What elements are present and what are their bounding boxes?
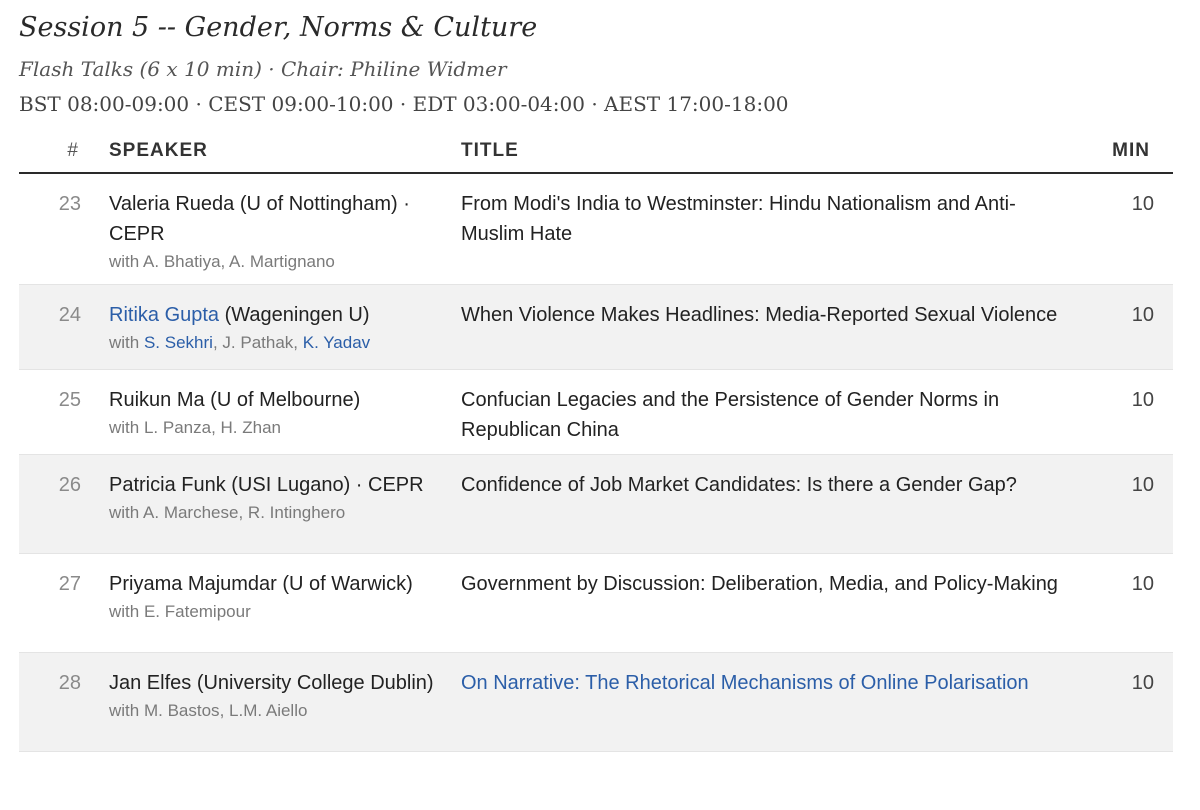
coauthor-link[interactable]: S. Sekhri xyxy=(144,333,213,352)
coauthor-link[interactable]: K. Yadav xyxy=(303,333,370,352)
talk-minutes: 10 xyxy=(1093,553,1173,653)
talk-minutes: 10 xyxy=(1093,454,1173,554)
table-row: 27 Priyama Majumdar (U of Warwick) with … xyxy=(19,553,1173,653)
talk-minutes: 10 xyxy=(1093,652,1173,752)
coauthor: M. Bastos xyxy=(143,701,220,720)
speaker-name: Ruikun Ma xyxy=(109,389,205,411)
speaker-cell: Ruikun Ma (U of Melbourne) with L. Panza… xyxy=(109,369,461,455)
coauthor: A. Marchese xyxy=(143,503,239,522)
speaker-cell: Jan Elfes (University College Dublin) wi… xyxy=(109,652,461,752)
talk-number: 28 xyxy=(19,652,109,752)
talk-title: From Modi's India to Westminster: Hindu … xyxy=(461,173,1093,285)
talk-title: Confidence of Job Market Candidates: Is … xyxy=(461,454,1093,554)
speaker-line: Patricia Funk (USI Lugano) · CEPR xyxy=(109,470,447,500)
table-row: 23 Valeria Rueda (U of Nottingham) · CEP… xyxy=(19,173,1173,285)
talk-title: Government by Discussion: Deliberation, … xyxy=(461,553,1093,653)
coauthor: A. Martignano xyxy=(229,252,335,271)
talk-title-cell: On Narrative: The Rhetorical Mechanisms … xyxy=(461,652,1093,752)
talk-minutes: 10 xyxy=(1093,369,1173,455)
speaker-line: Ritika Gupta (Wageningen U) xyxy=(109,300,447,330)
speaker-affiliation: (USI Lugano) · CEPR xyxy=(225,474,424,496)
speaker-affiliation: (University College Dublin) xyxy=(191,672,434,694)
talk-minutes: 10 xyxy=(1093,284,1173,370)
coauthors: with L. Panza, H. Zhan xyxy=(109,418,282,437)
coauthors: with M. Bastos, L.M. Aiello xyxy=(109,701,308,720)
speaker-line: Valeria Rueda (U of Nottingham) · CEPR xyxy=(109,189,447,249)
coauthor: L. Panza xyxy=(143,418,212,437)
coauthor: H. Zhan xyxy=(220,418,282,437)
talk-number: 23 xyxy=(19,173,109,285)
session-title: Session 5 -- Gender, Norms & Culture xyxy=(19,12,538,43)
talk-number: 27 xyxy=(19,553,109,653)
coauthor: J. Pathak xyxy=(222,333,294,352)
speaker-name: Priyama Majumdar xyxy=(109,573,277,595)
with-label: with xyxy=(109,418,144,437)
coauthor: E. Fatemipour xyxy=(143,602,251,621)
talk-number: 25 xyxy=(19,369,109,455)
talk-title-link[interactable]: On Narrative: The Rhetorical Mechanisms … xyxy=(461,672,1029,694)
with-label: with xyxy=(109,602,144,621)
talk-number: 24 xyxy=(19,284,109,370)
table-row: 26 Patricia Funk (USI Lugano) · CEPR wit… xyxy=(19,454,1173,554)
header-speaker: SPEAKER xyxy=(109,130,461,174)
coauthor: R. Intinghero xyxy=(247,503,346,522)
speaker-cell: Ritika Gupta (Wageningen U) with S. Sekh… xyxy=(109,284,461,370)
with-label: with xyxy=(109,252,144,271)
schedule-table: # SPEAKER TITLE MIN 23 Valeria Rueda (U … xyxy=(19,130,1173,752)
coauthors: with E. Fatemipour xyxy=(109,599,447,624)
speaker-name: Valeria Rueda xyxy=(109,193,235,215)
speaker-line: Jan Elfes (University College Dublin) xyxy=(109,668,447,698)
speaker-affiliation: (U of Melbourne) xyxy=(204,389,361,411)
talk-title: Confucian Legacies and the Persistence o… xyxy=(461,369,1093,455)
talk-number: 26 xyxy=(19,454,109,554)
coauthor: A. Bhatiya xyxy=(143,252,221,271)
coauthor: L.M. Aiello xyxy=(229,701,308,720)
session-subtitle: Flash Talks (6 x 10 min) · Chair: Philin… xyxy=(19,57,507,81)
speaker-line: Ruikun Ma (U of Melbourne) xyxy=(109,385,447,415)
with-label: with xyxy=(109,503,144,522)
with-label: with xyxy=(109,701,144,720)
speaker-line: Priyama Majumdar (U of Warwick) xyxy=(109,569,447,599)
table-row: 28 Jan Elfes (University College Dublin)… xyxy=(19,652,1173,752)
speaker-affiliation: (U of Warwick) xyxy=(276,573,413,595)
header-title: TITLE xyxy=(461,130,1093,174)
talk-minutes: 10 xyxy=(1093,173,1173,285)
talk-title: When Violence Makes Headlines: Media-Rep… xyxy=(461,284,1093,370)
speaker-name: Patricia Funk xyxy=(109,474,226,496)
coauthors: with A. Marchese, R. Intinghero xyxy=(109,503,346,522)
speaker-name: Jan Elfes xyxy=(109,672,192,694)
table-row: 24 Ritika Gupta (Wageningen U) with S. S… xyxy=(19,284,1173,370)
speaker-cell: Priyama Majumdar (U of Warwick) with E. … xyxy=(109,553,461,653)
with-label: with xyxy=(109,333,144,352)
session-times: BST 08:00-09:00 · CEST 09:00-10:00 · EDT… xyxy=(19,92,789,116)
table-header: # SPEAKER TITLE MIN xyxy=(19,130,1173,174)
coauthors: with S. Sekhri, J. Pathak, K. Yadav xyxy=(109,333,371,352)
speaker-cell: Valeria Rueda (U of Nottingham) · CEPR w… xyxy=(109,173,461,285)
table-row: 25 Ruikun Ma (U of Melbourne) with L. Pa… xyxy=(19,369,1173,455)
coauthors: with A. Bhatiya, A. Martignano xyxy=(109,252,335,271)
speaker-affiliation: (Wageningen U) xyxy=(219,304,370,326)
speaker-name-link[interactable]: Ritika Gupta xyxy=(109,304,219,326)
header-minutes: MIN xyxy=(1093,130,1173,174)
speaker-cell: Patricia Funk (USI Lugano) · CEPR with A… xyxy=(109,454,461,554)
header-row: # SPEAKER TITLE MIN xyxy=(19,130,1173,174)
header-number: # xyxy=(19,130,109,174)
